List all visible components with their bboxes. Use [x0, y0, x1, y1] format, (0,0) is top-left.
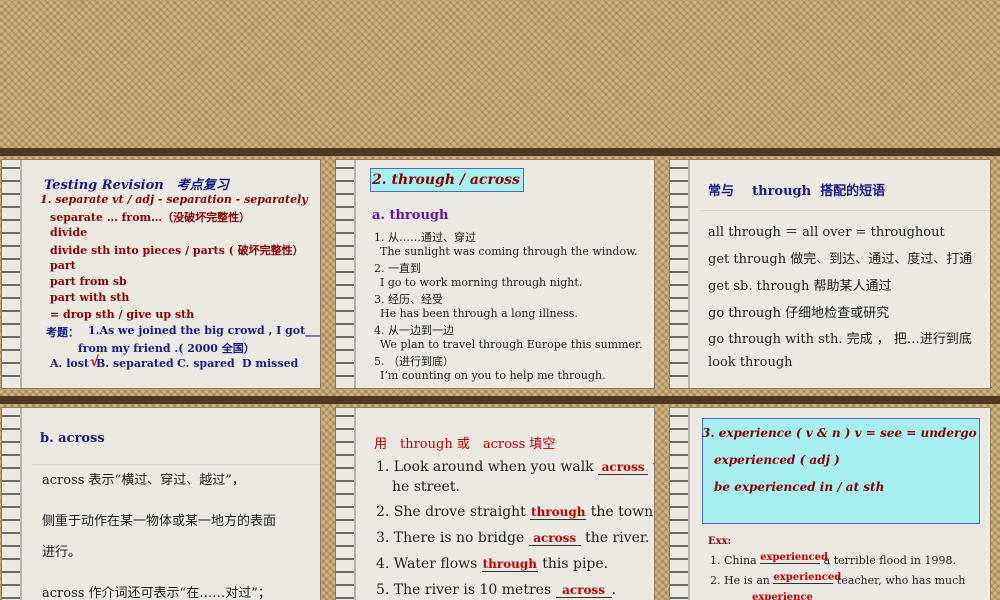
list-item: 3. 经历、经受 [374, 293, 443, 306]
heading-line: experienced ( adj ) [714, 453, 840, 467]
option-c: C. spared [177, 357, 235, 370]
list-item: 1. 从……通过、穿过 [374, 231, 476, 244]
heading-line: be experienced in / at sth [714, 480, 885, 494]
text-line: separate … from…（没破坏完整性） [50, 211, 251, 224]
phrase-item: go through 仔细地检查或研究 [708, 306, 890, 321]
question-text: 5. The river is 10 metres [376, 582, 552, 598]
slide-experience[interactable]: 3. experience ( v & n ) v = see = underg… [670, 408, 990, 600]
spiral-binding-icon [670, 408, 696, 600]
option-d: D missed [242, 357, 299, 370]
list-item: He has been through a long illness. [380, 307, 578, 320]
question-text: the river. [585, 530, 650, 546]
heading-line: 3. experience ( v & n ) v = see = underg… [702, 426, 977, 440]
question-1-cont: he street. [392, 479, 460, 495]
option-a: A. lost [50, 357, 89, 370]
slide-title: b. across [40, 431, 105, 446]
question-text: the town. [590, 504, 654, 520]
paragraph: across 作介词还可表示“在……对过”； [42, 586, 271, 600]
slide-testing-revision[interactable]: Testing Revision 考点复习 1. separate vt / a… [2, 160, 320, 388]
question-text: 2. She drove straight [376, 504, 526, 520]
exercise-text: teacher, who has much [836, 574, 966, 587]
list-item: I’m counting on you to help me through. [380, 369, 606, 382]
exercise-text: a terrible flood in 1998. [823, 554, 956, 567]
top-divider [0, 148, 1000, 156]
list-item: 2. 一直到 [374, 262, 421, 275]
question-text: 3. There is no bridge [376, 530, 525, 546]
slide-fill-blanks[interactable]: 用 through 或 across 填空 1. Look around whe… [336, 408, 654, 600]
question-text: from my friend .( 2000 全国） [78, 342, 255, 355]
text-line: 1. separate vt / adj - separation - sepa… [40, 193, 308, 206]
answer-blank: through [530, 505, 587, 520]
paragraph: 进行。 [42, 545, 82, 560]
section-heading: a. through [372, 208, 449, 223]
paragraph: across 表示“横过、穿过、越过”， [42, 473, 245, 488]
question-1: 1. Look around when you walk across t [376, 459, 654, 475]
exercise-text: 1. China [710, 554, 757, 567]
slide-across[interactable]: b. across across 表示“横过、穿过、越过”， 侧重于动作在某一物… [2, 408, 320, 600]
question-5: 5. The river is 10 metres across. [376, 582, 616, 598]
answer-blank: across [555, 583, 612, 598]
list-item: 5. （进行到底） [374, 355, 454, 368]
list-item: The sunlight was coming through the wind… [380, 245, 638, 258]
spiral-binding-icon [670, 160, 696, 388]
phrase-item: look through [708, 355, 793, 370]
spiral-binding-icon [336, 408, 362, 600]
text-line: divide sth into pieces / parts ( 破坏完整性） [50, 244, 304, 257]
question-text: 1. Look around when you walk [376, 459, 594, 475]
question-label: 考题： [46, 326, 79, 339]
exercise-label: Exx: [708, 536, 732, 547]
question-text: . [611, 582, 617, 598]
slide-title: 常与 through 搭配的短语 [708, 180, 885, 199]
slide-through-across[interactable]: 2. through / across a. through 1. 从……通过、… [336, 160, 654, 388]
option-b: B. separated [96, 357, 174, 370]
title-part: through [752, 184, 812, 199]
question-3: 3. There is no bridge across the river. [376, 530, 650, 546]
list-item: I go to work morning through night. [380, 276, 583, 289]
exercise-text: 2. He is an [710, 574, 770, 587]
answer-blank: experienced [773, 572, 842, 584]
text-line: part with sth [50, 291, 130, 304]
divider [700, 210, 990, 211]
phrase-item: go through with sth. 完成 ， 把…进行到底 [708, 332, 972, 347]
text-line: part from sb [50, 275, 127, 288]
text-line: = drop sth / give up sth [50, 308, 195, 321]
paragraph: 侧重于动作在某一物体或某一地方的表面 [42, 514, 277, 529]
list-item: 4. 从一边到一边 [374, 324, 454, 337]
text-line: part [50, 259, 76, 272]
question-2: 2. She drove straight through the town. [376, 504, 654, 520]
exercise-2: 2. He is an experienced teacher, who has… [710, 572, 966, 588]
spiral-binding-icon [2, 160, 28, 388]
divider [32, 464, 320, 465]
answer-blank-partial: experience [752, 592, 813, 600]
question-text: 1.As we joined the big crowd , I got____… [88, 324, 320, 337]
answer-blank: through [481, 557, 538, 572]
answer-blank: across [598, 460, 649, 475]
title-part: 常与 [708, 184, 735, 199]
text-line: divide [50, 226, 88, 239]
slide-through-phrases[interactable]: 常与 through 搭配的短语 all through ＝ all over … [670, 160, 990, 388]
spiral-binding-icon [2, 408, 28, 600]
middle-divider [0, 396, 1000, 404]
spiral-binding-icon [336, 160, 362, 388]
answer-blank: experienced [760, 552, 828, 564]
phrase-item: get sb. through 帮助某人通过 [708, 279, 892, 294]
slide-title: 用 through 或 across 填空 [374, 437, 556, 452]
question-text: t [653, 459, 654, 475]
title-part: 搭配的短语 [820, 184, 886, 199]
question-text: 4. Water flows [376, 556, 478, 572]
phrase-item: get through 做完、到达、通过、度过、打通 [708, 252, 973, 267]
answer-blank: across [528, 531, 581, 546]
phrase-item: all through ＝ all over = throughout [708, 225, 945, 240]
exercise-1: 1. China experienced a terrible flood in… [710, 552, 956, 568]
question-4: 4. Water flows through this pipe. [376, 556, 608, 572]
question-text: this pipe. [542, 556, 609, 572]
slide-title: Testing Revision 考点复习 [44, 178, 229, 193]
list-item: We plan to travel through Europe this su… [380, 338, 643, 351]
slide-title: 2. through / across [372, 172, 520, 188]
